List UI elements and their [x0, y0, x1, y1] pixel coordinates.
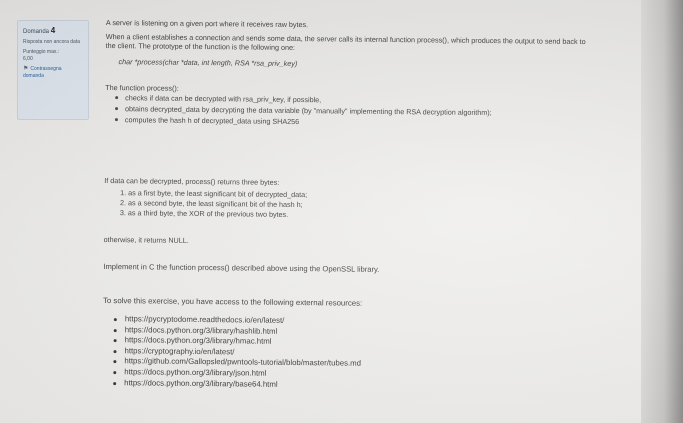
flag-icon: ⚑	[23, 65, 29, 72]
function-points-list: checks if data can be decrypted with rsa…	[105, 93, 492, 130]
return-items-list: as a first byte, the least significant b…	[104, 188, 307, 220]
function-prototype: char *process(char *data, int length, RS…	[118, 57, 298, 69]
return-intro: If data can be decrypted, process() retu…	[104, 175, 280, 187]
question-status: Risposta non ancora data	[23, 39, 80, 45]
question-heading-label: Domanda	[23, 29, 50, 35]
question-description: When a client establishes a connection a…	[105, 31, 586, 52]
exam-page: Domanda 4 Risposta non ancora data Punte…	[0, 0, 683, 423]
list-item: as a first byte, the least significant b…	[128, 188, 307, 199]
question-score-label: Punteggio max.:	[23, 48, 60, 55]
flag-question-label: Contrassegna domanda	[23, 65, 62, 80]
screen-edge	[641, 0, 683, 423]
function-heading: The function process():	[105, 82, 179, 93]
question-text: A server is listening on a given port wh…	[103, 18, 626, 388]
resource-link[interactable]: https://docs.python.org/3/library/base64…	[124, 378, 361, 391]
question-number: 4	[50, 26, 56, 35]
question-info-panel: Domanda 4 Risposta non ancora data Punte…	[17, 20, 89, 120]
list-item: computes the hash h of decrypted_data us…	[125, 115, 492, 128]
question-score-value: 6,00	[23, 56, 33, 62]
question-intro: A server is listening on a given port wh…	[105, 18, 309, 30]
task-text: Implement in C the function process() de…	[103, 261, 380, 274]
list-item: as a second byte, the least significant …	[128, 198, 307, 209]
resources-intro: To solve this exercise, you have access …	[102, 295, 363, 308]
flag-question-button[interactable]: ⚑ Contrassegna domanda	[23, 66, 83, 81]
otherwise-text: otherwise, it returns NULL.	[103, 234, 189, 245]
list-item: as a third byte, the XOR of the previous…	[128, 208, 307, 219]
resources-list: https://pycryptodome.readthedocs.io/en/l…	[102, 314, 361, 391]
question-heading: Domanda 4	[23, 25, 83, 37]
